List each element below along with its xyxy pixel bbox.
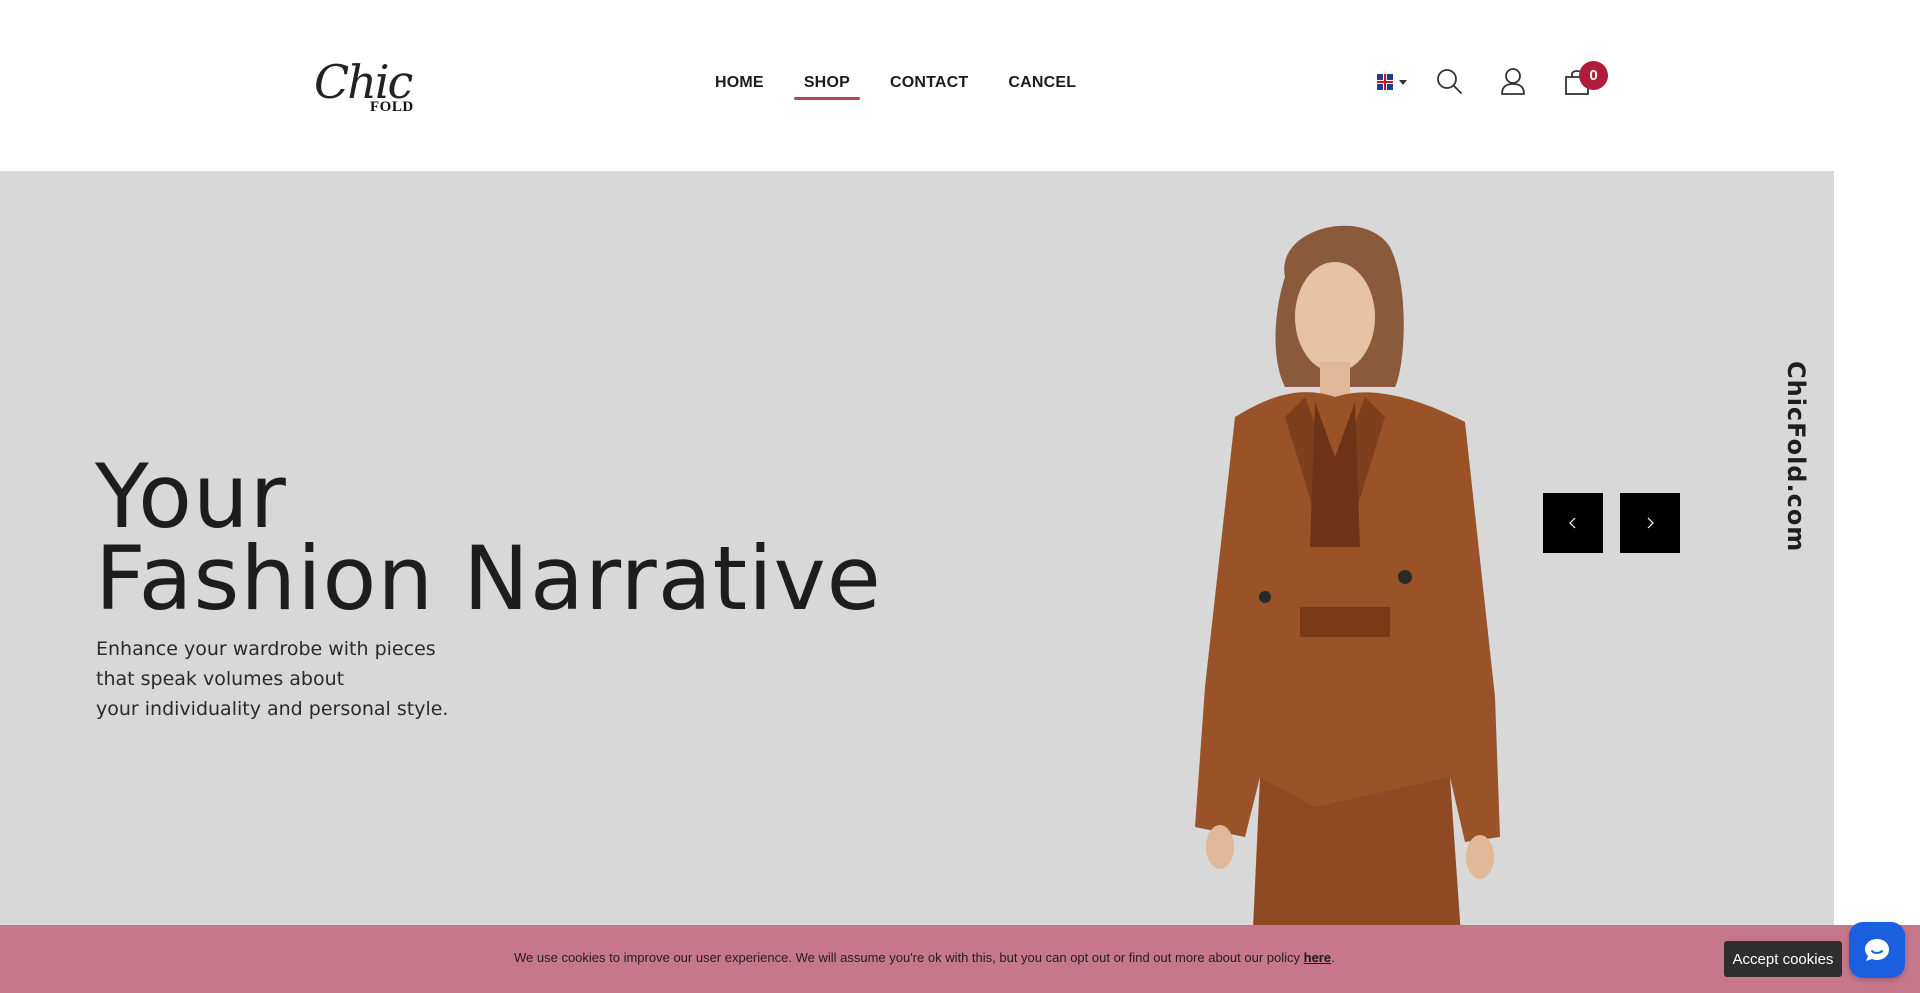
cart-count-badge: 0: [1579, 61, 1608, 90]
slider-next-button[interactable]: [1620, 493, 1680, 553]
nav-shop[interactable]: SHOP: [793, 74, 861, 100]
accept-cookies-button[interactable]: Accept cookies: [1724, 941, 1842, 977]
hero-subtitle-line2: that speak volumes about: [96, 668, 345, 690]
hero-subtitle-line1: Enhance your wardrobe with pieces: [96, 638, 436, 660]
chat-widget-button[interactable]: [1849, 922, 1905, 978]
vertical-brand-text: ChicFold.com: [1780, 361, 1834, 552]
search-button[interactable]: [1434, 66, 1464, 96]
hero-subtitle-line3: your individuality and personal style.: [96, 698, 449, 720]
site-header: Chic FOLD HOME SHOP CONTACT CANCEL 0: [0, 0, 1920, 171]
nav-cancel[interactable]: CANCEL: [998, 74, 1086, 100]
cookie-message: We use cookies to improve our user exper…: [514, 950, 1335, 965]
model-image: [1195, 225, 1500, 993]
hero-title-line2: Fashion Narrative: [95, 527, 882, 630]
cookie-policy-link[interactable]: here: [1304, 950, 1331, 965]
account-button[interactable]: [1498, 66, 1528, 96]
language-selector[interactable]: [1377, 74, 1407, 90]
vertical-brand-label: ChicFold.com: [1782, 361, 1810, 553]
search-icon: [1437, 69, 1462, 94]
chat-icon: [1865, 939, 1889, 961]
uk-flag-icon: [1377, 74, 1393, 90]
brand-logo[interactable]: Chic FOLD: [314, 55, 424, 117]
chevron-left-icon: [1569, 517, 1576, 529]
slider-prev-button[interactable]: [1543, 493, 1603, 553]
cookie-message-text: We use cookies to improve our user exper…: [514, 950, 1304, 965]
cookie-message-end: .: [1331, 950, 1335, 965]
hero-title: Your Fashion Narrative: [95, 445, 882, 630]
nav-home[interactable]: HOME: [705, 74, 774, 100]
chevron-right-icon: [1647, 517, 1654, 529]
user-icon: [1501, 68, 1525, 95]
hero-subtitle: Enhance your wardrobe with pieces that s…: [96, 634, 448, 724]
nav-contact[interactable]: CONTACT: [880, 74, 978, 100]
main-nav: HOME SHOP CONTACT CANCEL: [705, 74, 1106, 100]
hero-banner: Your Fashion Narrative Enhance your ward…: [0, 171, 1834, 993]
hero-title-line1: Your: [95, 445, 287, 548]
logo-word-text: FOLD: [370, 99, 414, 115]
caret-down-icon: [1399, 79, 1407, 85]
cookie-banner: We use cookies to improve our user exper…: [0, 925, 1920, 993]
